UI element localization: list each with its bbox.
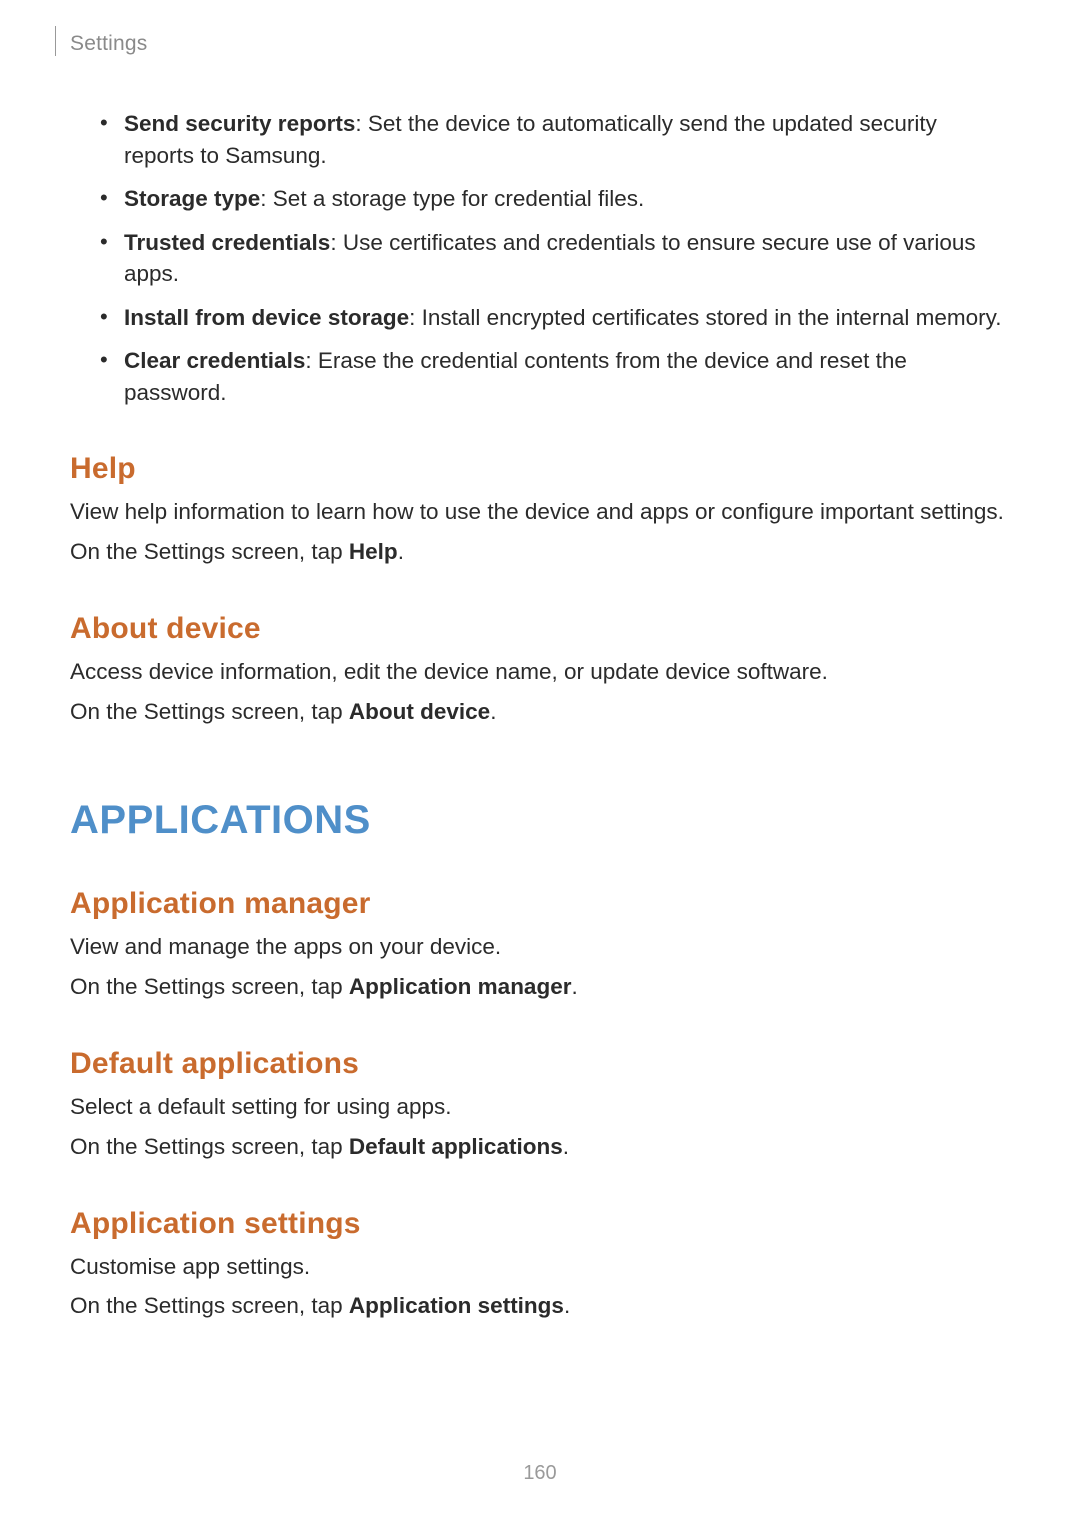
bullet-item: Clear credentials: Erase the credential … [100, 345, 1010, 408]
page: Settings Send security reports: Set the … [0, 0, 1080, 1527]
instr-prefix: On the Settings screen, tap [70, 539, 349, 564]
section-defapps-title: Default applications [70, 1047, 1010, 1081]
bullet-term: Send security reports [124, 111, 355, 136]
instr-prefix: On the Settings screen, tap [70, 1293, 349, 1318]
instr-suffix: . [490, 699, 496, 724]
bullet-list: Send security reports: Set the device to… [70, 108, 1010, 408]
instr-bold: Help [349, 539, 398, 564]
header-label: Settings [70, 32, 147, 56]
header-rule [55, 26, 56, 56]
section-about-body: Access device information, edit the devi… [70, 656, 1010, 688]
section-appmgr-instruction: On the Settings screen, tap Application … [70, 971, 1010, 1003]
bullet-term: Install from device storage [124, 305, 409, 330]
bullet-term: Clear credentials [124, 348, 305, 373]
bullet-item: Storage type: Set a storage type for cre… [100, 183, 1010, 215]
instr-bold: Default applications [349, 1134, 563, 1159]
instr-bold: Application manager [349, 974, 572, 999]
instr-suffix: . [398, 539, 404, 564]
section-help-body: View help information to learn how to us… [70, 496, 1010, 528]
section-appset-title: Application settings [70, 1207, 1010, 1241]
instr-prefix: On the Settings screen, tap [70, 1134, 349, 1159]
page-number: 160 [0, 1462, 1080, 1485]
section-appmgr-title: Application manager [70, 887, 1010, 921]
bullet-term: Storage type [124, 186, 260, 211]
section-appset-body: Customise app settings. [70, 1251, 1010, 1283]
instr-suffix: . [563, 1134, 569, 1159]
section-help-title: Help [70, 452, 1010, 486]
section-appmgr-body: View and manage the apps on your device. [70, 931, 1010, 963]
instr-prefix: On the Settings screen, tap [70, 974, 349, 999]
bullet-desc: : Set a storage type for credential file… [260, 186, 644, 211]
section-about-title: About device [70, 612, 1010, 646]
instr-bold: Application settings [349, 1293, 564, 1318]
instr-suffix: . [571, 974, 577, 999]
section-appset-instruction: On the Settings screen, tap Application … [70, 1290, 1010, 1322]
section-help-instruction: On the Settings screen, tap Help. [70, 536, 1010, 568]
section-defapps-body: Select a default setting for using apps. [70, 1091, 1010, 1123]
chapter-title: APPLICATIONS [70, 798, 1010, 843]
instr-prefix: On the Settings screen, tap [70, 699, 349, 724]
section-defapps-instruction: On the Settings screen, tap Default appl… [70, 1131, 1010, 1163]
bullet-item: Trusted credentials: Use certificates an… [100, 227, 1010, 290]
bullet-term: Trusted credentials [124, 230, 330, 255]
bullet-desc: : Install encrypted certificates stored … [409, 305, 1001, 330]
bullet-item: Send security reports: Set the device to… [100, 108, 1010, 171]
instr-suffix: . [564, 1293, 570, 1318]
bullet-item: Install from device storage: Install enc… [100, 302, 1010, 334]
content: Send security reports: Set the device to… [70, 108, 1010, 1322]
instr-bold: About device [349, 699, 490, 724]
section-about-instruction: On the Settings screen, tap About device… [70, 696, 1010, 728]
